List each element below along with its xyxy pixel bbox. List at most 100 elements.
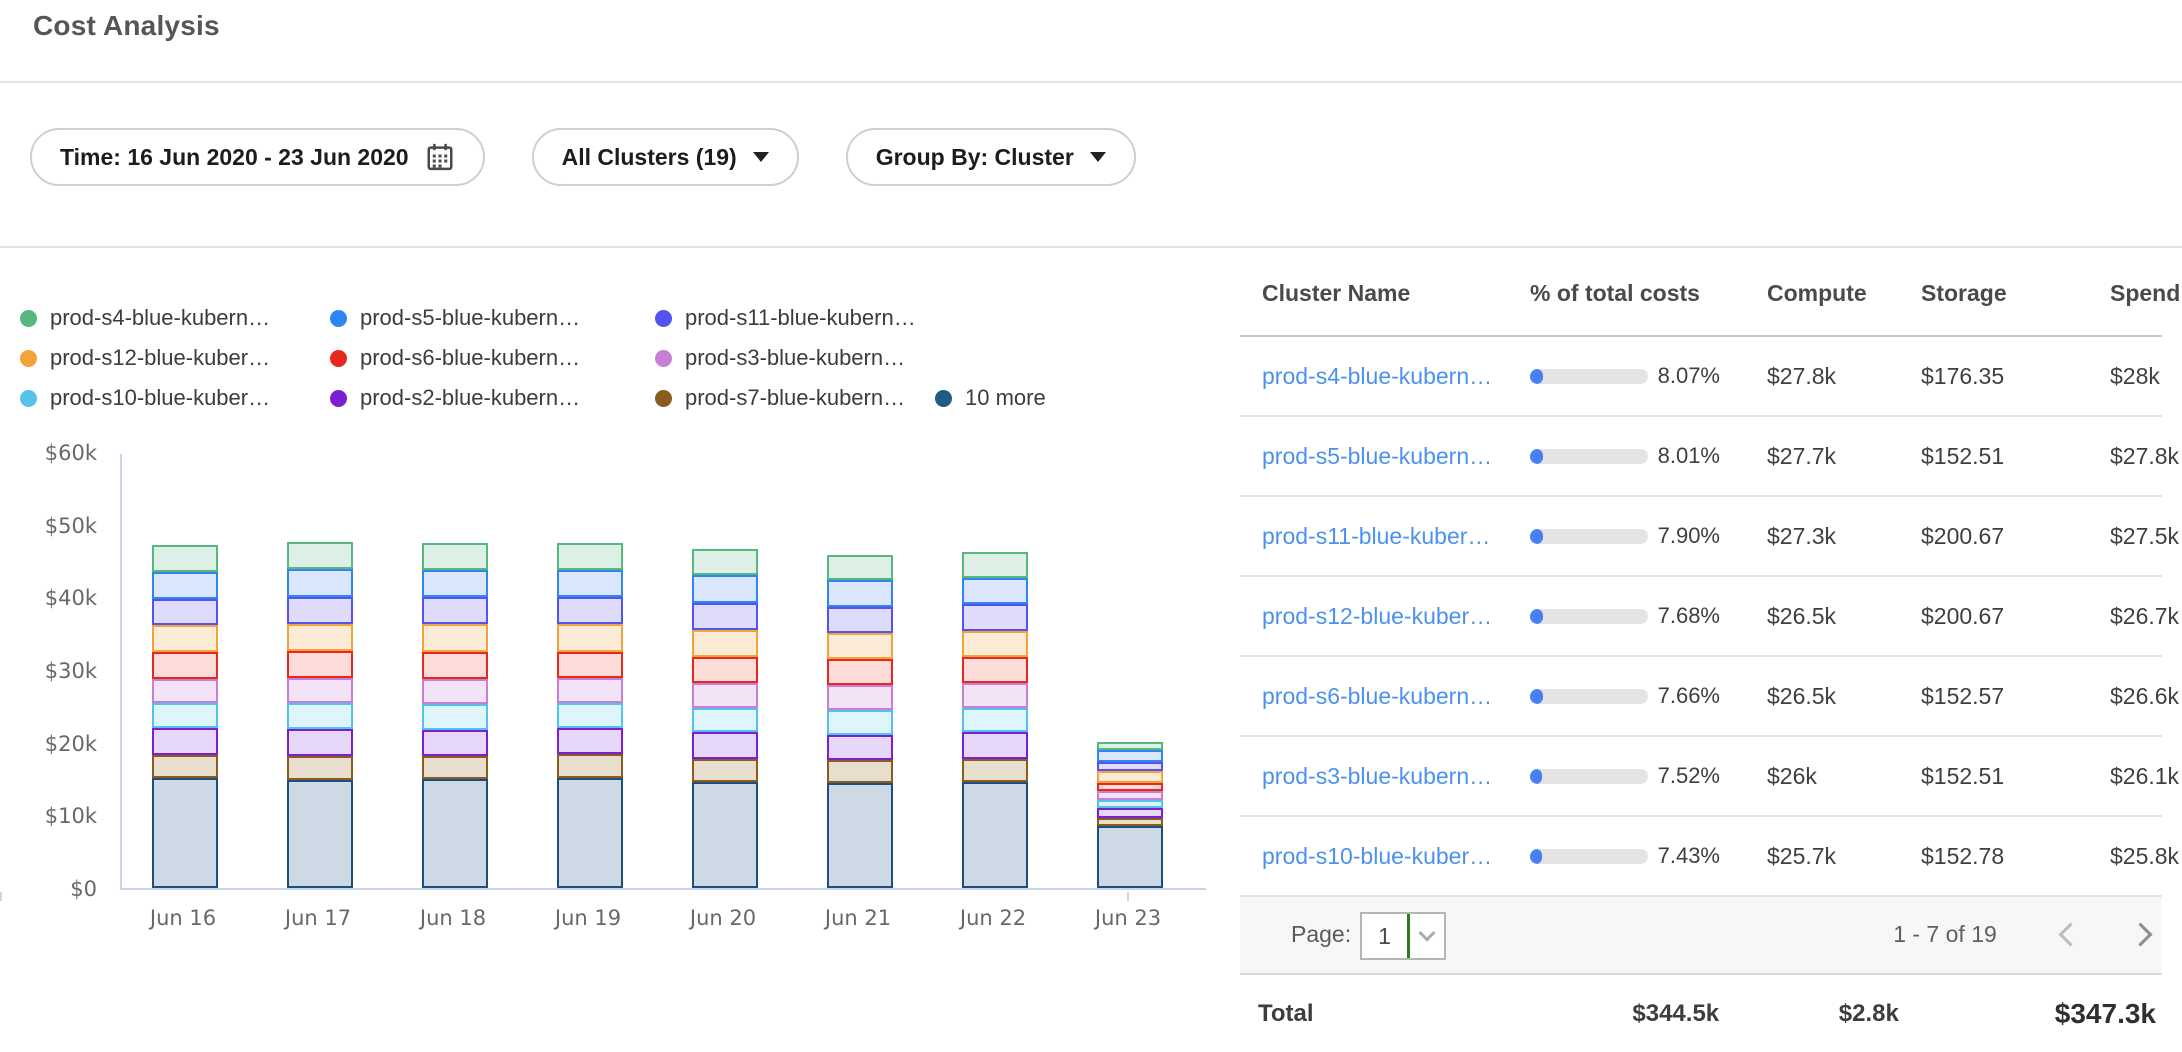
bar-segment-prod-s12-blue-kuber[interactable] [152, 625, 218, 652]
bar-jun-16[interactable] [152, 545, 218, 888]
bar-segment-10-more[interactable] [962, 782, 1028, 888]
bar-segment-prod-s7-blue-kubern[interactable] [287, 756, 353, 780]
bar-segment-prod-s3-blue-kubern[interactable] [692, 683, 758, 708]
bar-segment-prod-s12-blue-kuber[interactable] [962, 631, 1028, 657]
bar-segment-prod-s3-blue-kubern[interactable] [962, 683, 1028, 708]
bar-segment-prod-s6-blue-kubern[interactable] [692, 657, 758, 683]
bar-segment-prod-s3-blue-kubern[interactable] [152, 679, 218, 704]
legend-item-prod-s4[interactable]: prod-s4-blue-kubern… [20, 298, 330, 338]
bar-segment-prod-s7-blue-kubern[interactable] [1097, 818, 1163, 827]
clusters-filter-dropdown[interactable]: All Clusters (19) [532, 128, 799, 186]
bar-segment-prod-s10-blue-kuber[interactable] [422, 704, 488, 729]
bar-jun-21[interactable] [827, 555, 893, 889]
bar-segment-prod-s7-blue-kubern[interactable] [962, 759, 1028, 782]
bar-segment-prod-s11-blue-kubern[interactable] [1097, 762, 1163, 771]
bar-segment-prod-s5-blue-kubern[interactable] [692, 575, 758, 603]
bar-segment-10-more[interactable] [557, 778, 623, 889]
legend-item-prod-s6[interactable]: prod-s6-blue-kubern… [330, 338, 655, 378]
bar-segment-prod-s6-blue-kubern[interactable] [287, 651, 353, 678]
legend-item-prod-s12[interactable]: prod-s12-blue-kuber… [20, 338, 330, 378]
bar-segment-prod-s7-blue-kubern[interactable] [692, 759, 758, 782]
bar-segment-prod-s4-blue-kubern[interactable] [287, 542, 353, 569]
bar-segment-prod-s6-blue-kubern[interactable] [827, 659, 893, 685]
bar-segment-prod-s6-blue-kubern[interactable] [962, 657, 1028, 683]
bar-segment-prod-s2-blue-kubern[interactable] [422, 730, 488, 756]
bar-segment-10-more[interactable] [1097, 826, 1163, 888]
bar-segment-prod-s11-blue-kubern[interactable] [557, 597, 623, 624]
bar-jun-18[interactable] [422, 543, 488, 888]
bar-segment-prod-s3-blue-kubern[interactable] [827, 685, 893, 710]
bar-segment-prod-s2-blue-kubern[interactable] [692, 732, 758, 758]
chevron-right-icon[interactable] [2128, 922, 2152, 946]
legend-item-prod-s2[interactable]: prod-s2-blue-kubern… [330, 378, 655, 418]
bar-segment-10-more[interactable] [827, 783, 893, 888]
bar-jun-20[interactable] [692, 549, 758, 888]
bar-segment-prod-s6-blue-kubern[interactable] [557, 652, 623, 678]
bar-segment-prod-s12-blue-kuber[interactable] [692, 630, 758, 657]
bar-segment-prod-s11-blue-kubern[interactable] [287, 597, 353, 624]
bar-segment-prod-s6-blue-kubern[interactable] [1097, 783, 1163, 792]
bar-segment-prod-s4-blue-kubern[interactable] [962, 552, 1028, 577]
bar-segment-prod-s11-blue-kubern[interactable] [422, 597, 488, 624]
bar-segment-prod-s5-blue-kubern[interactable] [962, 578, 1028, 605]
bar-segment-prod-s2-blue-kubern[interactable] [557, 728, 623, 754]
legend-item-prod-s5[interactable]: prod-s5-blue-kubern… [330, 298, 655, 338]
bar-segment-prod-s4-blue-kubern[interactable] [152, 545, 218, 572]
bar-segment-prod-s3-blue-kubern[interactable] [1097, 791, 1163, 800]
bar-segment-prod-s5-blue-kubern[interactable] [827, 580, 893, 607]
bar-segment-prod-s5-blue-kubern[interactable] [422, 570, 488, 598]
bar-segment-prod-s10-blue-kuber[interactable] [557, 703, 623, 728]
bar-segment-prod-s10-blue-kuber[interactable] [1097, 800, 1163, 808]
bar-segment-prod-s10-blue-kuber[interactable] [152, 703, 218, 728]
bar-segment-10-more[interactable] [152, 778, 218, 888]
time-range-filter[interactable]: Time: 16 Jun 2020 - 23 Jun 2020 [30, 128, 485, 186]
bar-segment-10-more[interactable] [287, 780, 353, 888]
bar-segment-prod-s5-blue-kubern[interactable] [152, 572, 218, 599]
bar-segment-prod-s5-blue-kubern[interactable] [287, 569, 353, 597]
bar-segment-prod-s6-blue-kubern[interactable] [422, 652, 488, 679]
page-select[interactable]: 1 [1360, 912, 1446, 960]
bar-segment-prod-s12-blue-kuber[interactable] [557, 624, 623, 652]
bar-segment-prod-s5-blue-kubern[interactable] [557, 570, 623, 598]
cluster-link[interactable]: prod-s10-blue-kuber… [1262, 843, 1530, 870]
legend-item-10-more[interactable]: 10 more [935, 378, 1046, 418]
bar-segment-prod-s11-blue-kubern[interactable] [152, 599, 218, 625]
bar-jun-17[interactable] [287, 542, 353, 888]
bar-segment-prod-s4-blue-kubern[interactable] [692, 549, 758, 575]
legend-item-prod-s7[interactable]: prod-s7-blue-kubern… [655, 378, 935, 418]
cluster-link[interactable]: prod-s12-blue-kuber… [1262, 603, 1530, 630]
cluster-link[interactable]: prod-s5-blue-kubern… [1262, 443, 1530, 470]
legend-item-prod-s10[interactable]: prod-s10-blue-kuber… [20, 378, 330, 418]
bar-segment-prod-s2-blue-kubern[interactable] [962, 732, 1028, 758]
cluster-link[interactable]: prod-s3-blue-kubern… [1262, 763, 1530, 790]
bar-segment-prod-s5-blue-kubern[interactable] [1097, 750, 1163, 762]
bar-segment-prod-s2-blue-kubern[interactable] [152, 728, 218, 755]
group-by-dropdown[interactable]: Group By: Cluster [846, 128, 1136, 186]
bar-segment-prod-s10-blue-kuber[interactable] [287, 703, 353, 728]
bar-segment-prod-s12-blue-kuber[interactable] [422, 624, 488, 652]
bar-segment-prod-s11-blue-kubern[interactable] [692, 603, 758, 630]
bar-segment-prod-s2-blue-kubern[interactable] [827, 735, 893, 760]
bar-segment-prod-s4-blue-kubern[interactable] [1097, 742, 1163, 750]
bar-segment-prod-s12-blue-kuber[interactable] [287, 624, 353, 652]
bar-segment-prod-s2-blue-kubern[interactable] [287, 729, 353, 756]
bar-segment-prod-s10-blue-kuber[interactable] [962, 708, 1028, 733]
bar-segment-prod-s10-blue-kuber[interactable] [692, 708, 758, 733]
legend-item-prod-s3[interactable]: prod-s3-blue-kubern… [655, 338, 935, 378]
cluster-link[interactable]: prod-s4-blue-kubern… [1262, 363, 1530, 390]
bar-segment-10-more[interactable] [422, 779, 488, 888]
bar-segment-prod-s10-blue-kuber[interactable] [827, 710, 893, 735]
bar-segment-prod-s7-blue-kubern[interactable] [557, 754, 623, 777]
bar-segment-10-more[interactable] [692, 782, 758, 888]
cluster-link[interactable]: prod-s11-blue-kuber… [1262, 523, 1530, 550]
bar-segment-prod-s3-blue-kubern[interactable] [557, 678, 623, 703]
bar-jun-22[interactable] [962, 552, 1028, 888]
bar-segment-prod-s4-blue-kubern[interactable] [422, 543, 488, 570]
bar-jun-19[interactable] [557, 543, 623, 888]
bar-segment-prod-s7-blue-kubern[interactable] [152, 755, 218, 778]
bar-segment-prod-s6-blue-kubern[interactable] [152, 652, 218, 679]
bar-jun-23[interactable] [1097, 742, 1163, 888]
bar-segment-prod-s3-blue-kubern[interactable] [287, 678, 353, 703]
bar-segment-prod-s2-blue-kubern[interactable] [1097, 808, 1163, 817]
legend-item-prod-s11[interactable]: prod-s11-blue-kubern… [655, 298, 935, 338]
